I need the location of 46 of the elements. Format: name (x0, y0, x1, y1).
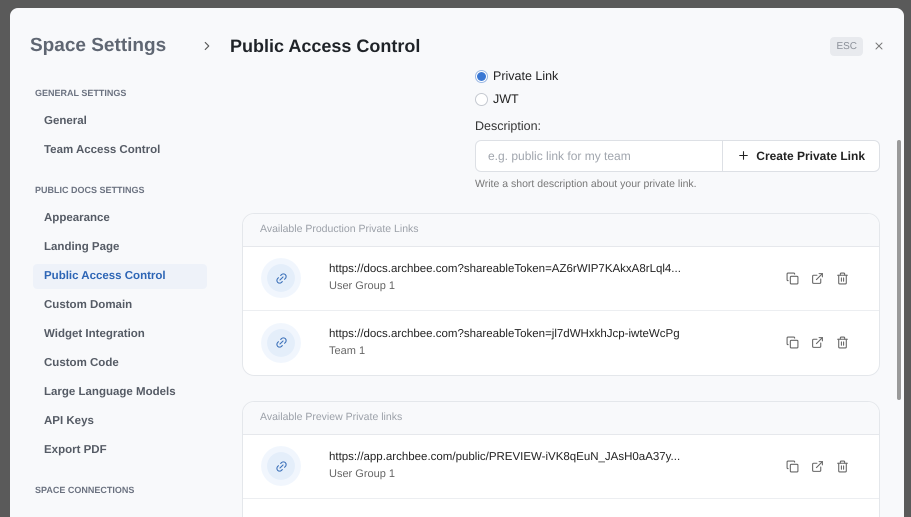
copy-icon[interactable] (786, 460, 799, 472)
card-header: Available Production Private Links (243, 214, 879, 246)
sidebar-item[interactable]: Team Access Control (33, 138, 207, 163)
card-header: Available Preview Private links (243, 402, 879, 434)
plus-icon (737, 149, 750, 162)
copy-icon[interactable] (786, 272, 799, 284)
close-icon[interactable] (873, 40, 885, 52)
trash-icon[interactable] (836, 336, 849, 349)
link-audience: User Group 1 (329, 467, 396, 482)
sidebar-item[interactable]: Export PDF (33, 438, 207, 463)
external-link-icon[interactable] (811, 460, 824, 472)
link-icon (261, 258, 301, 298)
section-heading: SPACE CONNECTIONS (34, 484, 136, 497)
esc-badge: ESC (830, 36, 863, 56)
sidebar-item[interactable]: Landing Page (33, 235, 207, 260)
sidebar-item[interactable]: Custom Domain (33, 293, 207, 318)
sidebar-item[interactable]: Custom Code (33, 351, 207, 376)
radio-option[interactable]: JWT (475, 88, 880, 111)
section-heading: GENERAL SETTINGS (34, 87, 128, 100)
sidebar-item[interactable]: Widget Integration (33, 322, 207, 347)
link-url[interactable]: https://docs.archbee.com?shareableToken=AZ6rWIP7KAkxA8rLql4... (329, 261, 786, 278)
trash-icon[interactable] (836, 272, 849, 284)
link-url[interactable]: https://app.archbee.com/public/PREVIEW-iVK8qEuN_JAsH0aA37y... (329, 449, 786, 466)
description-label: Description: (475, 118, 542, 135)
external-link-icon[interactable] (811, 272, 824, 284)
sidebar-item[interactable]: Public Access Control (33, 264, 207, 289)
sidebar-item[interactable]: Appearance (33, 206, 207, 231)
sidebar-item[interactable]: General (33, 109, 207, 134)
page-title: Public Access Control (230, 34, 420, 58)
trash-icon[interactable] (836, 460, 849, 472)
section-heading: PUBLIC DOCS SETTINGS (34, 184, 146, 197)
link-url[interactable]: https://docs.archbee.com?shareableToken=jl7dWHxkhJcp-iwteWcPg (329, 326, 786, 343)
sidebar-item[interactable]: Large Language Models (33, 380, 207, 405)
radio-option[interactable]: Private Link (475, 65, 880, 88)
external-link-icon[interactable] (811, 336, 824, 349)
sidebar-item[interactable]: API Keys (33, 409, 207, 434)
link-audience: Team 1 (329, 344, 366, 359)
copy-icon[interactable] (786, 336, 799, 349)
breadcrumb-root[interactable]: Space Settings (30, 32, 190, 60)
scrollbar[interactable] (897, 140, 901, 400)
link-icon (261, 446, 301, 486)
hint-text: Write a short description about your private link. (475, 176, 698, 192)
description-field[interactable]: e.g. public link for my team (475, 140, 724, 172)
link-audience: User Group 1 (329, 279, 396, 294)
link-icon (261, 322, 301, 362)
create-link-button[interactable]: Create Private Link (723, 140, 880, 172)
